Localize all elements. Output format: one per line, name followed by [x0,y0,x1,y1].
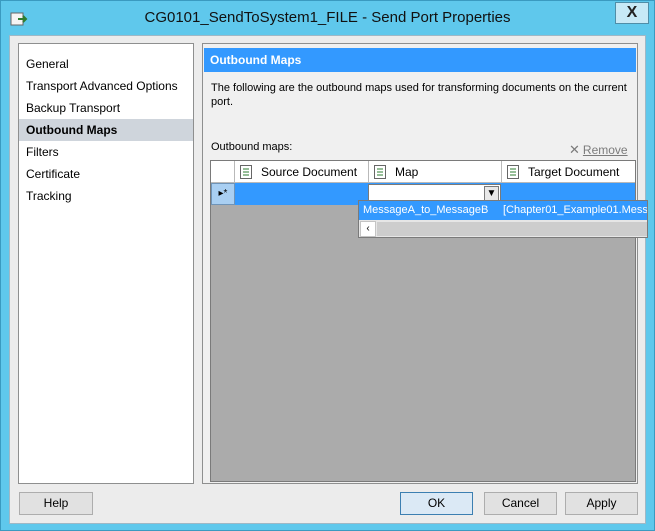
map-dropdown-list[interactable]: MessageA_to_MessageB [Chapter01_Example0… [358,200,648,238]
window-title: CG0101_SendToSystem1_FILE - Send Port Pr… [144,9,511,26]
scrollbar-thumb[interactable] [377,222,647,236]
document-icon [240,165,252,179]
cancel-button[interactable]: Cancel [484,492,557,515]
help-button[interactable]: Help [19,492,93,515]
list-item[interactable]: MessageA_to_MessageB [Chapter01_Example0… [359,201,648,220]
nav-item-tracking[interactable]: Tracking [19,185,193,207]
horizontal-scrollbar[interactable]: ‹ [359,220,647,237]
dialog-body: General Transport Advanced Options Backu… [9,35,646,524]
chevron-left-icon[interactable]: ‹ [360,221,376,237]
apply-button[interactable]: Apply [565,492,638,515]
column-source-document[interactable]: Source Document [235,161,369,183]
grid-header: Source Document Map Target Document [211,161,635,183]
section-header: Outbound Maps [204,48,636,72]
nav-item-certificate[interactable]: Certificate [19,163,193,185]
remove-icon: ✕ [569,142,580,157]
new-row-marker[interactable]: ▸* [211,183,235,205]
remove-label: Remove [582,143,628,157]
map-name: MessageA_to_MessageB [363,204,489,216]
send-port-properties-window: CG0101_SendToSystem1_FILE - Send Port Pr… [0,0,655,531]
map-assembly: [Chapter01_Example01.Messa [503,204,648,216]
ok-button[interactable]: OK [400,492,473,515]
nav-item-outbound-maps[interactable]: Outbound Maps [19,119,193,141]
nav-panel: General Transport Advanced Options Backu… [18,43,194,484]
column-label: Source Document [261,165,358,179]
outbound-maps-label: Outbound maps: [211,141,293,153]
nav-item-filters[interactable]: Filters [19,141,193,163]
nav-item-backup-transport[interactable]: Backup Transport [19,97,193,119]
grid-corner [211,161,235,183]
document-icon [507,165,519,179]
column-label: Map [395,165,419,179]
map-icon [374,165,386,179]
section-description: The following are the outbound maps used… [211,82,627,108]
outbound-maps-panel: Outbound Maps The following are the outb… [202,43,638,484]
title-bar: CG0101_SendToSystem1_FILE - Send Port Pr… [1,1,654,37]
column-label: Target Document [528,165,620,179]
nav-item-general[interactable]: General [19,53,193,75]
nav-item-transport-advanced-options[interactable]: Transport Advanced Options [19,75,193,97]
column-map[interactable]: Map [369,161,502,183]
remove-button[interactable]: ✕ Remove [569,142,628,158]
close-button[interactable]: X [615,2,649,24]
column-target-document[interactable]: Target Document [502,161,635,183]
